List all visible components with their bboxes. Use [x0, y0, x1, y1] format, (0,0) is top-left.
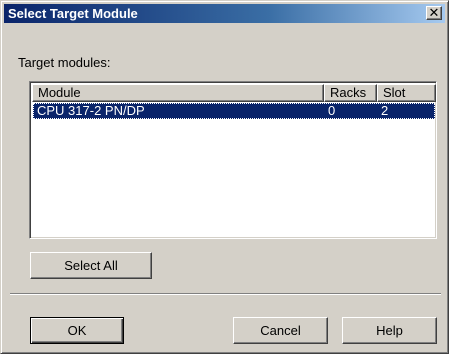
cancel-button[interactable]: Cancel: [233, 317, 328, 344]
dialog-title: Select Target Module: [8, 6, 138, 21]
help-button[interactable]: Help: [342, 317, 437, 344]
select-target-module-dialog: Select Target Module ✕ Target modules: M…: [0, 0, 449, 354]
column-header-slot[interactable]: Slot: [377, 84, 436, 102]
table-row[interactable]: CPU 317-2 PN/DP 0 2: [33, 103, 435, 119]
close-icon: ✕: [428, 5, 440, 20]
separator: [10, 293, 441, 295]
list-header: Module Racks Slot: [32, 84, 436, 102]
target-modules-label: Target modules:: [18, 55, 111, 70]
title-bar[interactable]: Select Target Module ✕: [4, 4, 445, 23]
ok-button[interactable]: OK: [30, 317, 124, 344]
target-modules-list[interactable]: Module Racks Slot CPU 317-2 PN/DP 0 2: [29, 81, 437, 239]
close-button[interactable]: ✕: [426, 5, 442, 20]
cell-racks: 0: [328, 103, 336, 118]
column-header-racks[interactable]: Racks: [324, 84, 377, 102]
cell-slot: 2: [381, 103, 389, 118]
cell-module: CPU 317-2 PN/DP: [37, 103, 145, 118]
select-all-button[interactable]: Select All: [30, 252, 152, 279]
column-header-module[interactable]: Module: [32, 84, 324, 102]
